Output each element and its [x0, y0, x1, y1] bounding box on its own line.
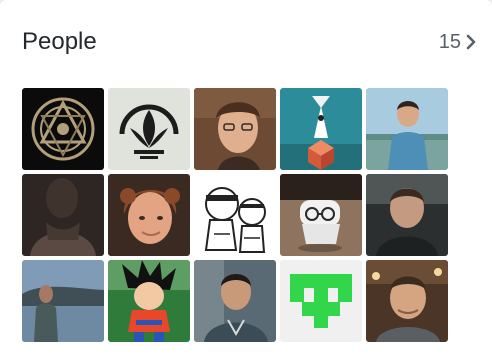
avatar-link[interactable] [22, 174, 104, 256]
lotus-circle-avatar-icon [108, 88, 190, 170]
people-card: People 15 [0, 0, 492, 361]
avatar-link[interactable] [194, 260, 276, 342]
people-header: People 15 [22, 24, 478, 60]
avatar-grid [22, 88, 448, 342]
avatar-link[interactable] [366, 88, 448, 170]
person-photo-avatar-icon [194, 88, 276, 170]
avatar-link[interactable] [108, 260, 190, 342]
person-photo-avatar-icon [108, 174, 190, 256]
section-title: People [22, 28, 97, 55]
avatar-link[interactable] [366, 174, 448, 256]
person-photo-avatar-icon [366, 88, 448, 170]
white-robot-avatar-icon [280, 174, 362, 256]
avatar-link[interactable] [108, 174, 190, 256]
avatar-link[interactable] [22, 88, 104, 170]
person-photo-avatar-icon [366, 174, 448, 256]
goku-cartoon-avatar-icon [108, 260, 190, 342]
avatar-link[interactable] [22, 260, 104, 342]
celtic-knot-avatar-icon [22, 88, 104, 170]
person-photo-avatar-icon [194, 260, 276, 342]
monument-valley-avatar-icon [280, 88, 362, 170]
bottom-edge [0, 350, 492, 361]
person-photo-avatar-icon [22, 260, 104, 342]
avatar-link[interactable] [366, 260, 448, 342]
green-identicon-avatar-icon [280, 260, 362, 342]
chevron-right-icon [466, 34, 476, 50]
person-photo-avatar-icon [22, 174, 104, 256]
avatar-link[interactable] [280, 88, 362, 170]
avatar-link[interactable] [194, 174, 276, 256]
people-count: 15 [438, 30, 461, 53]
avatar-link[interactable] [280, 174, 362, 256]
people-count-link[interactable]: 15 [439, 31, 478, 54]
avatar-link[interactable] [194, 88, 276, 170]
avatar-link[interactable] [108, 88, 190, 170]
cartoon-sketch-avatar-icon [194, 174, 276, 256]
avatar-link[interactable] [280, 260, 362, 342]
person-photo-avatar-icon [366, 260, 448, 342]
